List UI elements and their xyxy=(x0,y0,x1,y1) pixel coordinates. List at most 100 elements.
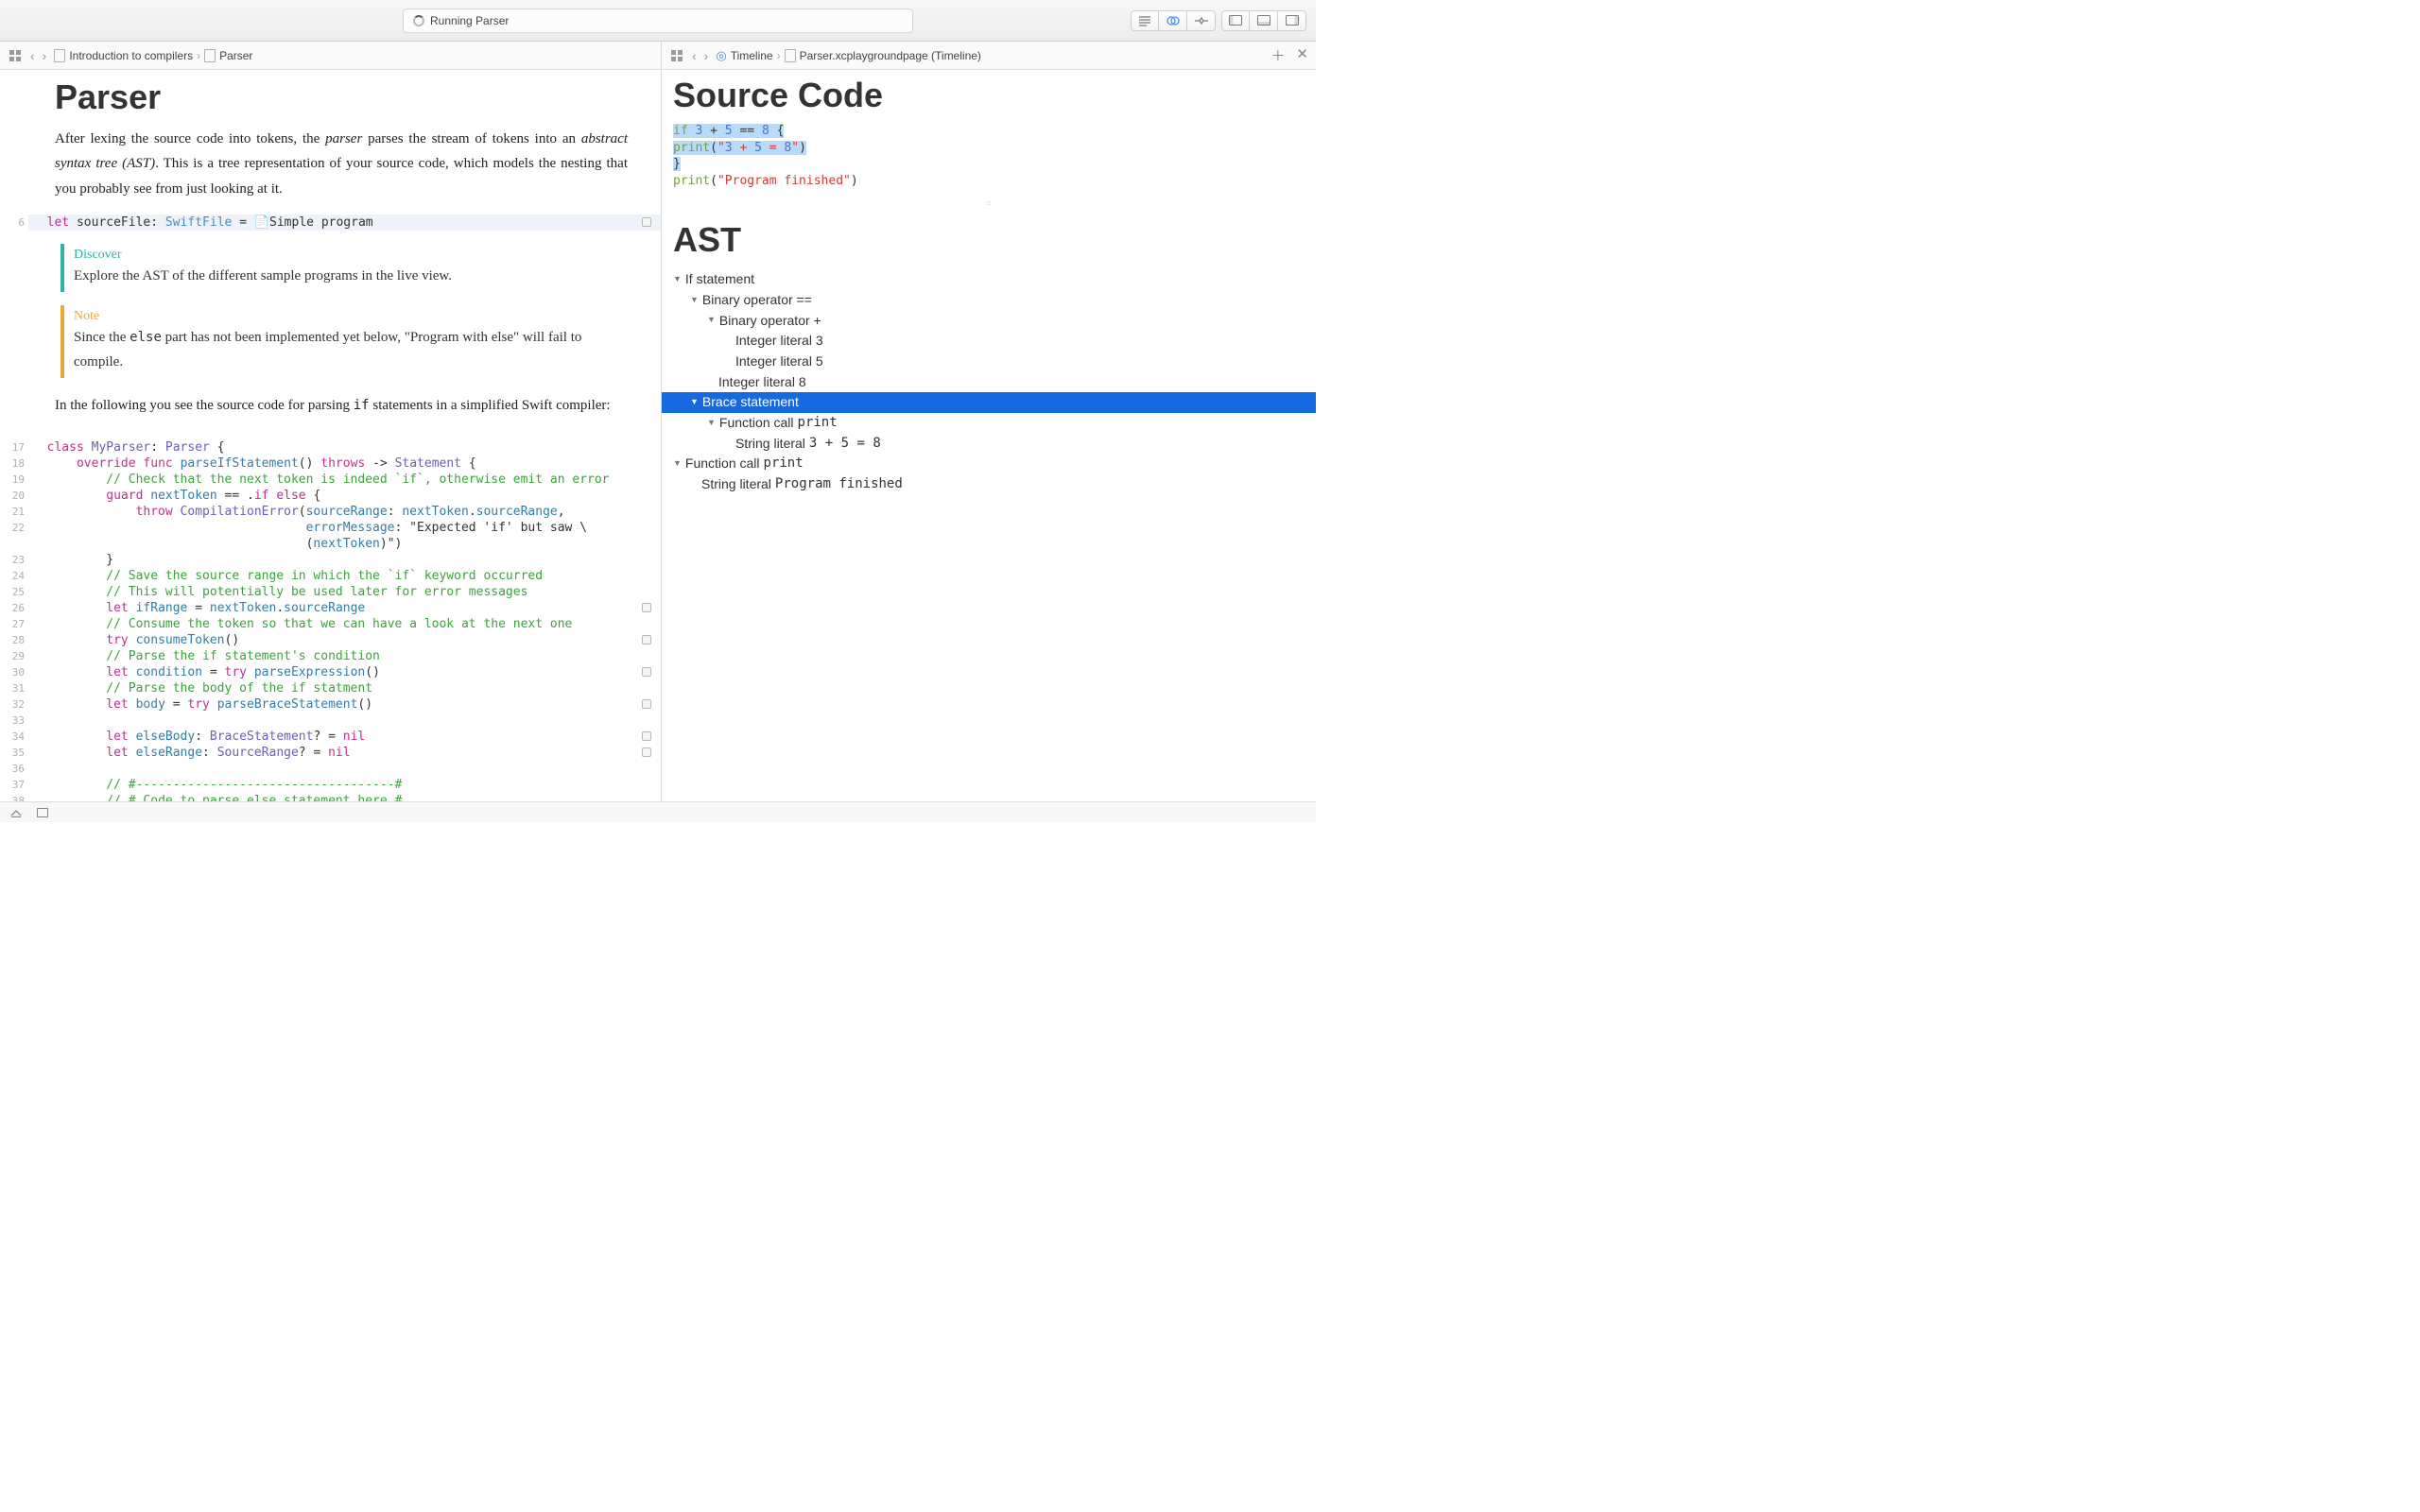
nav-forward-icon-r[interactable]: › xyxy=(704,48,709,63)
code-line[interactable]: // Parse the if statement's condition xyxy=(32,648,661,664)
add-assistant-button[interactable]: ＋ xyxy=(1270,45,1285,65)
code-line[interactable]: let body = try parseBraceStatement() xyxy=(32,696,661,713)
jumpbar-left[interactable]: ‹ › Introduction to compilers › Parser xyxy=(0,42,661,70)
result-indicator[interactable] xyxy=(642,635,651,644)
code-line[interactable]: class MyParser: Parser { xyxy=(32,439,661,455)
result-indicator[interactable] xyxy=(642,667,651,677)
standard-editor-button[interactable] xyxy=(1131,10,1159,31)
toggle-debug-button[interactable] xyxy=(1250,10,1278,31)
ast-value: Program finished xyxy=(775,474,903,495)
code-line[interactable]: // Save the source range in which the `i… xyxy=(32,568,661,584)
disclosure-triangle-icon[interactable]: ▼ xyxy=(690,294,699,307)
related-items-icon[interactable] xyxy=(8,48,23,63)
callout-note: Note Since the else part has not been im… xyxy=(60,305,628,378)
toolbar: Running Parser xyxy=(0,0,1316,42)
ast-value: print xyxy=(798,413,838,434)
ast-tree[interactable]: ▼If statement▼Binary operator ==▼Binary … xyxy=(662,267,1316,495)
source-line: print("3 + 5 = 8") xyxy=(673,140,1305,157)
code-line[interactable]: let condition = try parseExpression() xyxy=(32,664,661,680)
ast-label: Function call xyxy=(685,454,760,474)
code-line[interactable]: errorMessage: "Expected 'if' but saw \ xyxy=(32,520,661,536)
close-assistant-button[interactable]: ✕ xyxy=(1296,45,1308,65)
disclosure-triangle-icon[interactable]: ▼ xyxy=(673,457,682,471)
disclosure-triangle-icon[interactable]: ▼ xyxy=(690,396,699,409)
code-line[interactable]: throw CompilationError(sourceRange: next… xyxy=(32,504,661,520)
source-line: print("Program finished") xyxy=(673,173,1305,190)
live-view: Source Code if 3 + 5 == 8 { print("3 + 5… xyxy=(662,70,1316,801)
code-line[interactable]: // Consume the token so that we can have… xyxy=(32,616,661,632)
breadcrumb-root[interactable]: Introduction to compilers xyxy=(54,49,193,62)
assistant-editor-button[interactable] xyxy=(1159,10,1187,31)
editor-body[interactable]: Parser After lexing the source code into… xyxy=(0,70,661,801)
code-line[interactable]: // # Code to parse else statement here # xyxy=(32,793,661,802)
debug-area-button[interactable] xyxy=(36,807,49,818)
code-line[interactable]: let elseRange: SourceRange? = nil xyxy=(32,745,661,761)
result-indicator[interactable] xyxy=(642,747,651,757)
source-line-6[interactable]: 6 let sourceFile: SwiftFile = 📄Simple pr… xyxy=(0,215,661,231)
toggle-utilities-button[interactable] xyxy=(1278,10,1306,31)
line-6[interactable]: let sourceFile: SwiftFile = 📄Simple prog… xyxy=(28,215,661,231)
breadcrumb-page[interactable]: Parser xyxy=(204,49,252,62)
breadcrumb-sep: › xyxy=(197,49,200,62)
code-line[interactable]: let ifRange = nextToken.sourceRange xyxy=(32,600,661,616)
code-line[interactable]: override func parseIfStatement() throws … xyxy=(32,455,661,472)
prose-block: Parser After lexing the source code into… xyxy=(0,70,661,215)
ast-label: Function call xyxy=(719,413,794,434)
disclosure-triangle-icon[interactable]: ▼ xyxy=(673,273,682,286)
ast-label: Integer literal 3 xyxy=(735,331,823,352)
ast-node[interactable]: ▼Function callprint xyxy=(662,454,1316,474)
ast-heading: AST xyxy=(662,215,1316,267)
ast-node[interactable]: Integer literal 5 xyxy=(662,352,1316,372)
result-indicator[interactable] xyxy=(642,603,651,612)
callout-note-title: Note xyxy=(74,309,628,324)
ast-node[interactable]: String literal3 + 5 = 8 xyxy=(662,434,1316,455)
breadcrumb-timeline[interactable]: ◎ Timeline xyxy=(716,48,772,63)
code-line[interactable]: // Check that the next token is indeed `… xyxy=(32,472,661,488)
console-toggle-button[interactable] xyxy=(9,807,23,818)
ast-label: Integer literal 5 xyxy=(735,352,823,372)
nav-back-icon[interactable]: ‹ xyxy=(30,48,35,63)
code-line[interactable]: guard nextToken == .if else { xyxy=(32,488,661,504)
split-panes: ‹ › Introduction to compilers › Parser P… xyxy=(0,42,1316,801)
page-icon-r xyxy=(785,49,796,62)
ast-value: print xyxy=(764,454,804,474)
code-line[interactable] xyxy=(32,761,661,777)
ast-node[interactable]: Integer literal 3 xyxy=(662,331,1316,352)
breadcrumb-timeline-page[interactable]: Parser.xcplaygroundpage (Timeline) xyxy=(785,49,981,62)
code-line[interactable]: // This will potentially be used later f… xyxy=(32,584,661,600)
code-line[interactable]: } xyxy=(32,552,661,568)
result-indicator[interactable] xyxy=(642,217,651,227)
version-editor-button[interactable] xyxy=(1187,10,1216,31)
code-line[interactable]: // #-----------------------------------# xyxy=(32,777,661,793)
bottom-bar xyxy=(0,801,1316,822)
resize-handle[interactable]: ○ xyxy=(662,193,1316,215)
ast-label: Binary operator + xyxy=(719,311,821,332)
spinner-icon xyxy=(413,15,424,26)
disclosure-triangle-icon[interactable]: ▼ xyxy=(707,417,716,430)
result-indicator[interactable] xyxy=(642,731,651,741)
breadcrumb-root-label: Introduction to compilers xyxy=(69,49,193,62)
code-lines[interactable]: class MyParser: Parser { override func p… xyxy=(32,439,661,802)
toggle-navigator-button[interactable] xyxy=(1221,10,1250,31)
related-items-icon-r[interactable] xyxy=(669,48,684,63)
panel-toggle-group xyxy=(1221,10,1306,31)
ast-node[interactable]: ▼Binary operator == xyxy=(662,290,1316,311)
ast-node[interactable]: ▼If statement xyxy=(662,269,1316,290)
result-indicator[interactable] xyxy=(642,699,651,709)
ast-node[interactable]: ▼Binary operator + xyxy=(662,311,1316,332)
ast-node[interactable]: Integer literal 8 xyxy=(662,372,1316,393)
code-line[interactable]: let elseBody: BraceStatement? = nil xyxy=(32,729,661,745)
disclosure-triangle-icon[interactable]: ▼ xyxy=(707,314,716,327)
ast-node[interactable]: ▼Function callprint xyxy=(662,413,1316,434)
ast-node[interactable]: ▼Brace statement xyxy=(662,392,1316,413)
source-line: } xyxy=(673,156,1305,173)
main-code-block[interactable]: 1718192021222324252627282930313233343536… xyxy=(0,439,661,802)
nav-back-icon-r[interactable]: ‹ xyxy=(692,48,697,63)
ast-node[interactable]: String literalProgram finished xyxy=(662,474,1316,495)
code-line[interactable] xyxy=(32,713,661,729)
code-line[interactable]: // Parse the body of the if statment xyxy=(32,680,661,696)
jumpbar-right[interactable]: ‹ › ◎ Timeline › Parser.xcplaygroundpage… xyxy=(662,42,1316,70)
code-line[interactable]: (nextToken)") xyxy=(32,536,661,552)
nav-forward-icon[interactable]: › xyxy=(43,48,47,63)
code-line[interactable]: try consumeToken() xyxy=(32,632,661,648)
